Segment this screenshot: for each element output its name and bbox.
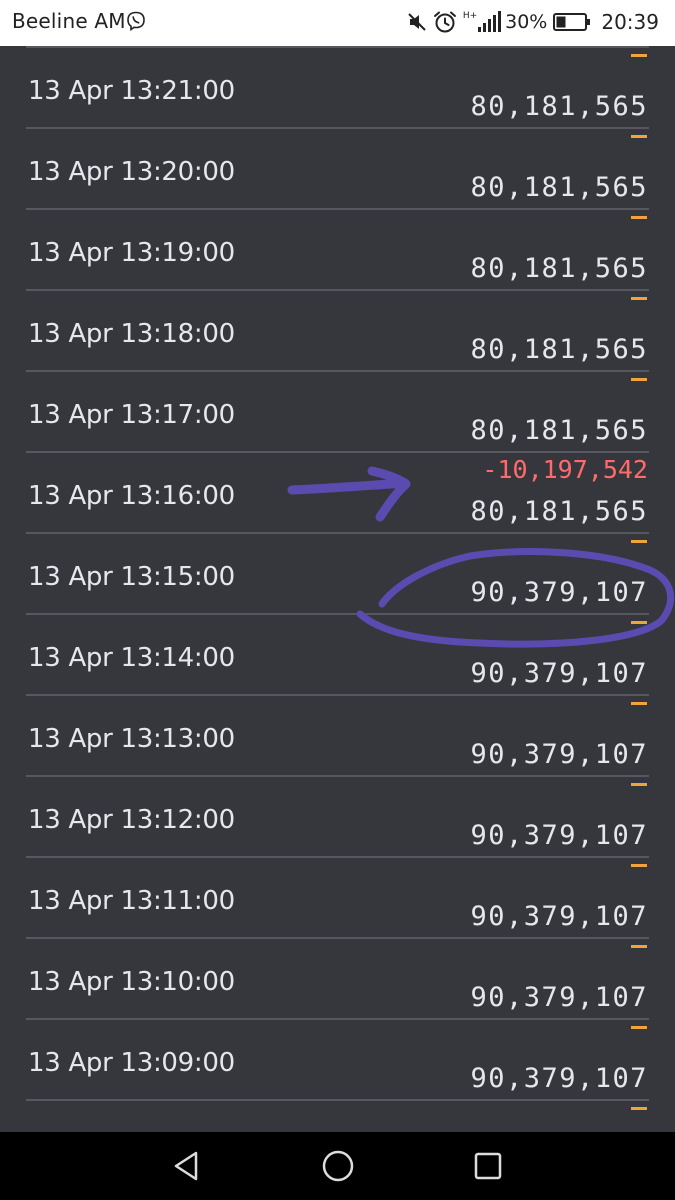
- list-item[interactable]: 13 Apr 13:09:00 — 90,379,107: [0, 1020, 675, 1101]
- row-timestamp: 13 Apr 13:18:00: [28, 319, 235, 349]
- list-item[interactable]: 13 Apr 13:19:00 — 80,181,565: [0, 210, 675, 291]
- row-balance: 90,379,107: [470, 820, 648, 851]
- row-balance: 80,181,565: [470, 496, 648, 527]
- list-item[interactable]: —: [0, 1101, 675, 1132]
- row-balance: 80,181,565: [470, 253, 648, 284]
- row-balance: 90,379,107: [470, 901, 648, 932]
- row-timestamp: 13 Apr 13:17:00: [28, 400, 235, 430]
- clock: 20:39: [601, 10, 659, 34]
- status-bar: Beeline AM H+ 30% 20:39: [0, 0, 675, 46]
- list-item[interactable]: 13 Apr 13:12:00 — 90,379,107: [0, 777, 675, 858]
- navigation-bar: [0, 1132, 675, 1200]
- no-change-indicator: —: [631, 702, 647, 705]
- network-type: H+: [462, 11, 478, 21]
- no-change-indicator: —: [631, 216, 647, 219]
- carrier-name: Beeline AM: [12, 9, 126, 33]
- list-item[interactable]: 13 Apr 13:13:00 — 90,379,107: [0, 696, 675, 777]
- row-balance: 90,379,107: [470, 658, 648, 689]
- no-change-indicator: —: [631, 621, 647, 624]
- row-timestamp: 13 Apr 13:11:00: [28, 886, 235, 916]
- list-item[interactable]: 13 Apr 13:21:00 — 80,181,565: [0, 48, 675, 129]
- list-item[interactable]: 13 Apr 13:10:00 — 90,379,107: [0, 939, 675, 1020]
- row-timestamp: 13 Apr 13:19:00: [28, 238, 235, 268]
- battery-icon: [553, 13, 591, 31]
- list-item[interactable]: 13 Apr 13:11:00 — 90,379,107: [0, 858, 675, 939]
- row-timestamp: 13 Apr 13:14:00: [28, 643, 235, 673]
- row-timestamp: 13 Apr 13:15:00: [28, 562, 235, 592]
- row-timestamp: 13 Apr 13:16:00: [28, 481, 235, 511]
- row-timestamp: 13 Apr 13:20:00: [28, 157, 235, 187]
- list-item[interactable]: 13 Apr 13:20:00 — 80,181,565: [0, 129, 675, 210]
- mute-icon: [408, 13, 426, 31]
- status-icons: H+ 30% 20:39: [406, 9, 659, 35]
- no-change-indicator: —: [631, 945, 647, 948]
- no-change-indicator: —: [631, 297, 647, 300]
- list-item[interactable]: 13 Apr 13:16:00 -10,197,542 80,181,565: [0, 453, 675, 534]
- row-timestamp: 13 Apr 13:09:00: [28, 1048, 235, 1078]
- row-balance: 90,379,107: [470, 982, 648, 1013]
- alarm-icon: [433, 11, 456, 33]
- row-timestamp: 13 Apr 13:10:00: [28, 967, 235, 997]
- screen: Beeline AM H+ 30% 20:39 13 Apr 13:21:00 …: [0, 0, 675, 1200]
- viber-icon: [127, 11, 145, 31]
- no-change-indicator: —: [631, 783, 647, 786]
- list-item[interactable]: 13 Apr 13:14:00 — 90,379,107: [0, 615, 675, 696]
- no-change-indicator: —: [631, 864, 647, 867]
- row-balance: 80,181,565: [470, 415, 648, 446]
- row-balance: 80,181,565: [470, 334, 648, 365]
- battery-percent: 30%: [505, 11, 548, 33]
- balance-history-list[interactable]: 13 Apr 13:21:00—80,181,56513 Apr 13:20:0…: [0, 46, 675, 1132]
- signal-icon: [478, 11, 502, 32]
- row-balance: 80,181,565: [470, 91, 648, 122]
- no-change-indicator: —: [631, 135, 647, 138]
- row-timestamp: 13 Apr 13:13:00: [28, 724, 235, 754]
- row-timestamp: 13 Apr 13:21:00: [28, 76, 235, 106]
- list-item[interactable]: 13 Apr 13:17:00 — 80,181,565: [0, 372, 675, 453]
- no-change-indicator: —: [631, 378, 647, 381]
- no-change-indicator: —: [631, 1107, 647, 1110]
- row-balance: 90,379,107: [470, 577, 648, 608]
- list-item[interactable]: 13 Apr 13:18:00 — 80,181,565: [0, 291, 675, 372]
- row-balance: 90,379,107: [470, 739, 648, 770]
- no-change-indicator: —: [631, 540, 647, 543]
- change-amount: -10,197,542: [482, 455, 648, 484]
- row-balance: 90,379,107: [470, 1063, 648, 1094]
- row-timestamp: 13 Apr 13:12:00: [28, 805, 235, 835]
- home-icon[interactable]: [318, 1146, 358, 1186]
- no-change-indicator: —: [631, 54, 647, 57]
- no-change-indicator: —: [631, 1026, 647, 1029]
- recents-icon[interactable]: [468, 1146, 508, 1186]
- back-icon[interactable]: [168, 1146, 208, 1186]
- list-item[interactable]: 13 Apr 13:15:00 — 90,379,107: [0, 534, 675, 615]
- row-balance: 80,181,565: [470, 172, 648, 203]
